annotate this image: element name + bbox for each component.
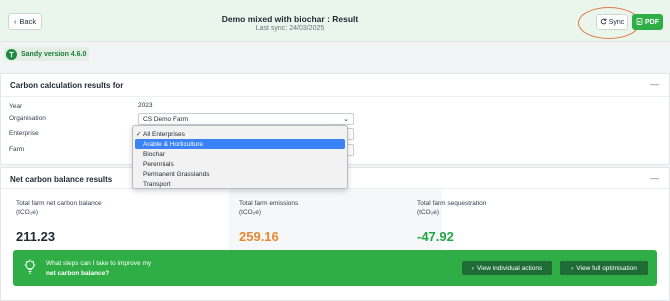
stat-label: Total farm emissions (239, 200, 299, 207)
dropdown-option-all-enterprises[interactable]: ✓ All Enterprises (133, 129, 347, 139)
calculation-card-title: Carbon calculation results for (10, 81, 124, 90)
top-header: ‹ Back Demo mixed with biochar : Result … (0, 0, 670, 42)
dropdown-option-permanent-grasslands[interactable]: Permanent Grasslands (133, 169, 347, 179)
year-label: Year (9, 103, 23, 110)
dropdown-option-arable-horticulture[interactable]: Arable & Horticulture (135, 139, 345, 149)
year-value: 2023 (138, 102, 153, 109)
stat-label: Total farm sequestration (417, 200, 487, 207)
last-sync-text: Last sync: 24/03/2025 (255, 25, 325, 32)
view-full-optimisation-button[interactable]: › View full optimisation (560, 261, 648, 275)
net-carbon-card-title: Net carbon balance results (10, 175, 113, 184)
farm-label: Farm (9, 146, 25, 153)
back-label: Back (19, 17, 37, 26)
collapse-calculation-minus-icon[interactable]: — (650, 79, 659, 89)
dropdown-option-biochar[interactable]: Biochar (133, 149, 347, 159)
improvement-banner: What steps can I take to improve my net … (13, 250, 657, 286)
back-button[interactable]: ‹ Back (8, 13, 42, 30)
chevron-left-icon: ‹ (13, 17, 17, 26)
divider (1, 96, 669, 97)
version-text: Sandy version 4.6.0 (21, 50, 87, 58)
dropdown-option-perennials[interactable]: Perennials (133, 159, 347, 169)
organisation-label: Organisation (9, 115, 46, 122)
annotation-circle (578, 7, 640, 39)
stat-label: Total farm net carbon balance (16, 200, 102, 207)
stat-sequestration: Total farm sequestration (tCO₂e) -47.92 (417, 190, 617, 245)
stat-unit: (tCO₂e) (16, 209, 39, 216)
stat-unit: (tCO₂e) (239, 209, 262, 216)
checkmark-icon: ✓ (136, 131, 142, 138)
pdf-label: PDF (645, 18, 659, 26)
dropdown-option-transport[interactable]: Transport (133, 179, 347, 189)
chevron-right-icon: › (471, 264, 474, 272)
stat-value: 211.23 (16, 229, 56, 244)
stat-value: 259.16 (239, 229, 279, 244)
view-individual-actions-button[interactable]: › View individual actions (462, 261, 552, 275)
stat-unit: (tCO₂e) (417, 209, 440, 216)
stat-value: -47.92 (417, 229, 454, 244)
organisation-select[interactable]: CS Demo Farm ⌄ (138, 113, 354, 125)
organisation-value: CS Demo Farm (143, 115, 189, 123)
pdf-button[interactable]: PDF (632, 14, 663, 30)
collapse-net-minus-icon[interactable]: — (650, 173, 659, 183)
version-badge: Sandy version 4.6.0 (4, 47, 89, 61)
enterprise-dropdown: ✓ All Enterprises Arable & Horticulture … (132, 125, 348, 189)
chevron-right-icon: › (571, 264, 574, 272)
page-title: Demo mixed with biochar : Result (221, 14, 359, 24)
chevron-down-icon: ⌄ (343, 116, 349, 123)
stat-net-balance: Total farm net carbon balance (tCO₂e) 21… (16, 190, 216, 245)
enterprise-label: Enterprise (9, 130, 39, 137)
stat-emissions: Total farm emissions (tCO₂e) 259.16 (239, 190, 429, 245)
lightbulb-icon (24, 259, 36, 277)
banner-question: What steps can I take to improve my net … (46, 260, 152, 277)
pdf-icon (636, 17, 643, 27)
sandy-logo-icon (6, 48, 17, 60)
